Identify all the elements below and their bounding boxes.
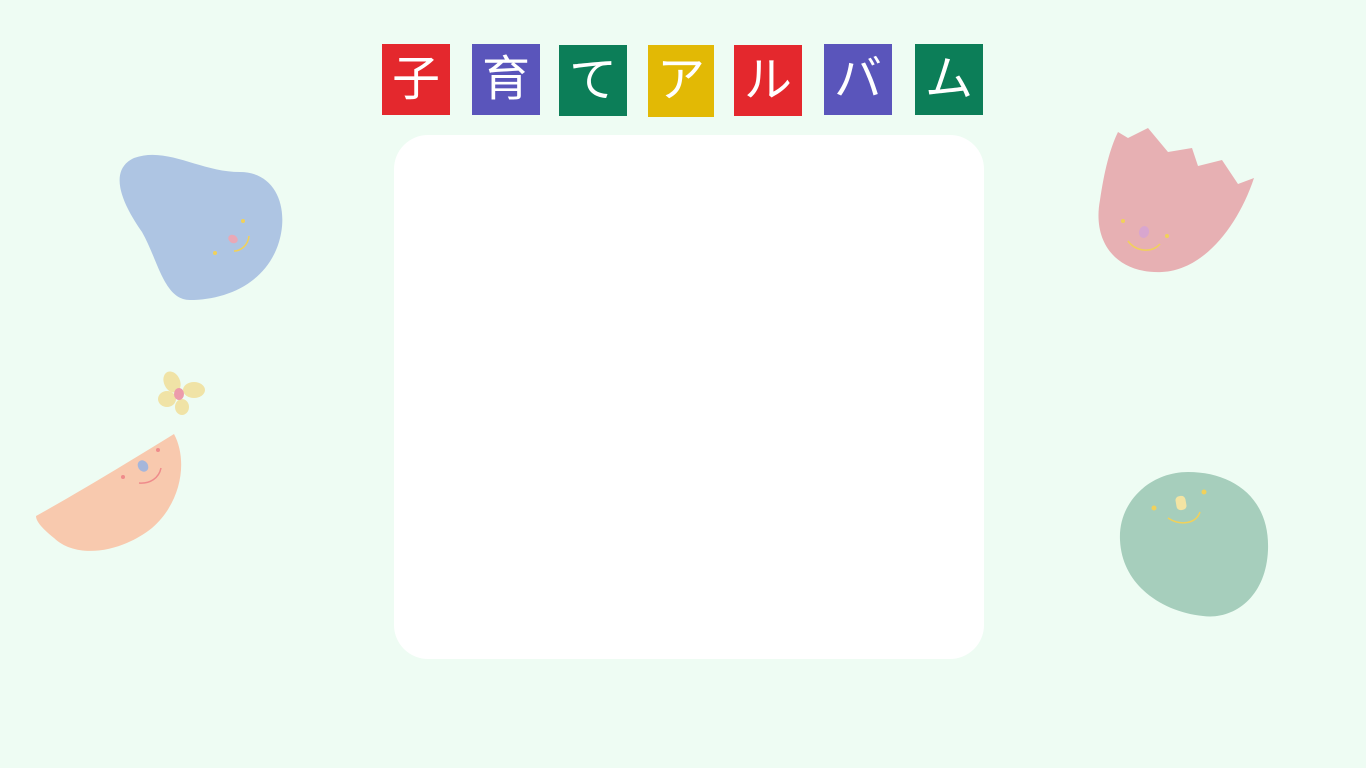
title-tile-4: ア — [648, 45, 714, 117]
photo-frame[interactable] — [394, 135, 984, 659]
album-page: 子 育 て ア ル バ ム — [0, 0, 1366, 768]
orange-half-moon-face-icon — [36, 434, 182, 551]
green-circle-face-icon — [1119, 472, 1269, 617]
title-tile-5: ル — [734, 45, 802, 116]
blue-blob-face-icon — [119, 154, 283, 300]
title-tile-3: て — [559, 45, 627, 116]
title-tile-6: バ — [824, 44, 892, 115]
pink-tulip-face-icon — [1098, 128, 1254, 273]
title-tile-7: ム — [915, 44, 983, 115]
title-tile-2: 育 — [472, 44, 540, 115]
album-title: 子 育 て ア ル バ ム — [382, 44, 986, 118]
title-tile-1: 子 — [382, 44, 450, 115]
yellow-flower-icon — [158, 371, 205, 415]
